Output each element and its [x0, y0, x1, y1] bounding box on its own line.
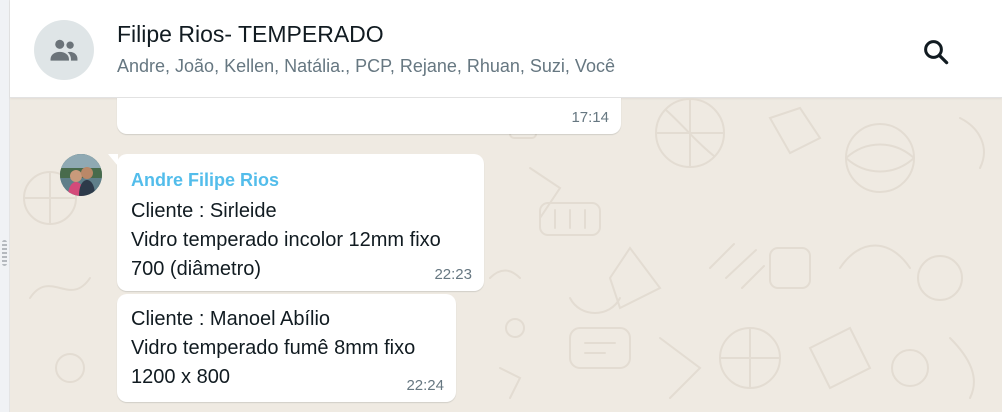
message-bubble[interactable]: 17:14 [117, 98, 621, 134]
bubble-tail [108, 154, 118, 166]
search-icon [924, 40, 949, 65]
message-text: 1200 x 800 [131, 366, 230, 388]
message-text: Cliente : Sirleide [131, 200, 277, 222]
chat-title[interactable]: Filipe Rios- TEMPERADO [117, 21, 384, 48]
panel-resize-edge[interactable] [0, 0, 10, 412]
chat-header[interactable]: Filipe Rios- TEMPERADO Andre, João, Kell… [10, 0, 1002, 98]
message-text: Vidro temperado incolor 12mm fixo [131, 229, 441, 251]
resize-grip[interactable] [2, 240, 7, 266]
message-time: 17:14 [571, 109, 609, 126]
message-text: Cliente : Manoel Abílio [131, 308, 331, 330]
message-bubble[interactable]: Cliente : Manoel Abílio Vidro temperado … [117, 294, 456, 402]
sender-photo [60, 154, 102, 196]
message-text: Vidro temperado fumê 8mm fixo [131, 337, 416, 359]
message-time: 22:24 [406, 377, 444, 394]
chat-window: Filipe Rios- TEMPERADO Andre, João, Kell… [0, 0, 1002, 412]
sender-avatar[interactable] [60, 154, 102, 196]
message-list[interactable]: 17:14 Andre Filipe Rios Cliente : Sirlei… [10, 98, 1002, 412]
search-button[interactable] [920, 36, 952, 68]
message-bubble[interactable]: Andre Filipe Rios Cliente : Sirleide Vid… [108, 154, 484, 291]
sender-name[interactable]: Andre Filipe Rios [131, 170, 279, 191]
participants-list[interactable]: Andre, João, Kellen, Natália., PCP, Reja… [117, 56, 615, 77]
group-icon [50, 39, 78, 61]
message-text: 700 (diâmetro) [131, 258, 262, 280]
group-avatar[interactable] [34, 20, 94, 80]
message-time: 22:23 [434, 266, 472, 283]
